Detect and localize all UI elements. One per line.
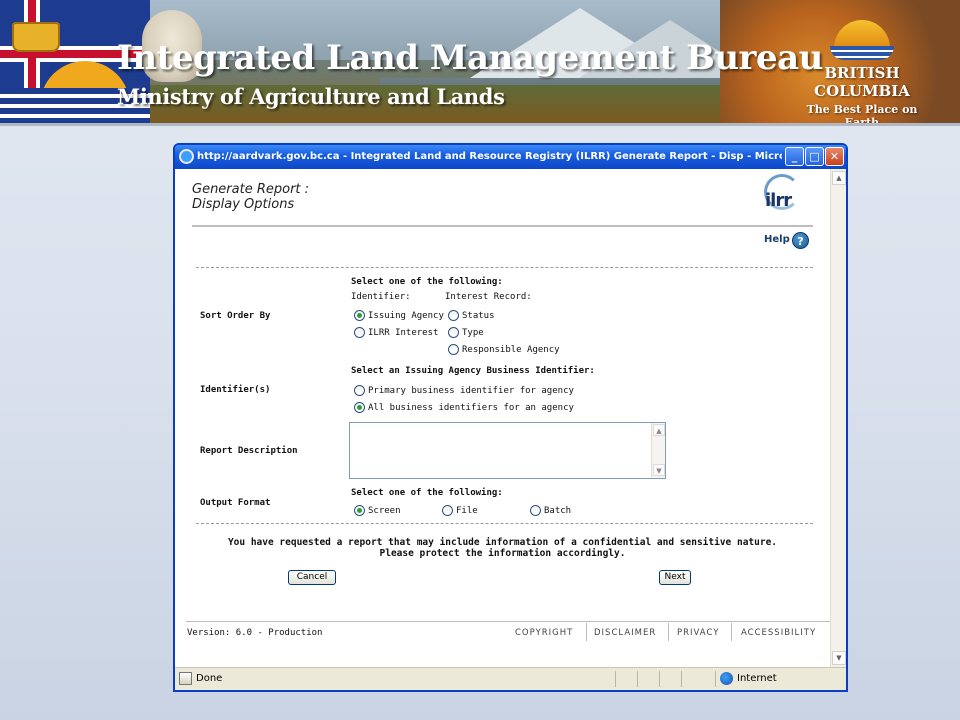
radio-ilrr-interest[interactable]: [354, 327, 365, 338]
logo-tagline: The Best Place on Earth: [806, 103, 918, 126]
internet-explorer-icon[interactable]: [179, 149, 194, 164]
scroll-up-icon[interactable]: ▲: [832, 171, 846, 185]
radio-output-file[interactable]: [442, 505, 453, 516]
label-type[interactable]: Type: [462, 328, 484, 338]
scroll-down-icon[interactable]: ▼: [653, 464, 665, 476]
close-button[interactable]: ✕: [825, 147, 844, 166]
report-description-textarea[interactable]: ▲ ▼: [349, 422, 666, 479]
minimize-button[interactable]: _: [785, 147, 804, 166]
label-status[interactable]: Status: [462, 311, 495, 321]
textarea-scrollbar[interactable]: ▲ ▼: [651, 423, 665, 478]
page-done-icon: [179, 672, 192, 685]
footer-separator: [731, 623, 732, 641]
logo-line-columbia: COLUMBIA: [814, 82, 910, 100]
banner-subtitle: Ministry of Agriculture and Lands: [117, 84, 505, 109]
site-banner: Integrated Land Management Bureau Minist…: [0, 0, 960, 126]
window-scrollbar[interactable]: ▲ ▼: [830, 169, 846, 667]
confidential-notice-line1: You have requested a report that may inc…: [227, 537, 778, 548]
globe-icon: [720, 672, 733, 685]
sort-instruction: Select one of the following:: [351, 277, 503, 287]
sunrise-icon: [834, 20, 890, 48]
help-icon[interactable]: ?: [792, 232, 809, 249]
status-text: Done: [196, 673, 223, 684]
footer-divider: [186, 621, 830, 622]
footer-link-accessibility[interactable]: ACCESSIBILITY: [741, 628, 816, 638]
footer-separator: [586, 623, 587, 641]
status-separator: [659, 671, 660, 687]
logo-line-british: BRITISH: [824, 64, 900, 82]
label-ilrr-interest[interactable]: ILRR Interest: [368, 328, 438, 338]
radio-output-screen[interactable]: [354, 505, 365, 516]
label-responsible-agency[interactable]: Responsible Agency: [462, 345, 560, 355]
next-button[interactable]: Next: [659, 570, 691, 585]
sort-identifier-header: Identifier:: [351, 292, 411, 302]
radio-status[interactable]: [448, 310, 459, 321]
page-content: Generate Report : Display Options ilrr H…: [175, 169, 830, 667]
label-output-file[interactable]: File: [456, 506, 478, 516]
page-title: Generate Report :: [192, 182, 310, 197]
status-separator: [715, 671, 716, 687]
scroll-up-icon[interactable]: ▲: [653, 424, 665, 436]
label-output-screen[interactable]: Screen: [368, 506, 401, 516]
output-instruction: Select one of the following:: [351, 488, 503, 498]
security-zone-text: Internet: [737, 673, 777, 684]
section-divider: [196, 267, 813, 268]
window-title: http://aardvark.gov.bc.ca - Integrated L…: [197, 151, 782, 162]
label-primary-identifier[interactable]: Primary business identifier for agency: [368, 386, 574, 396]
section-divider: [196, 523, 813, 524]
footer-separator: [668, 623, 669, 641]
window-titlebar[interactable]: http://aardvark.gov.bc.ca - Integrated L…: [175, 145, 846, 169]
footer-link-privacy[interactable]: PRIVACY: [677, 628, 719, 638]
status-separator: [615, 671, 616, 687]
browser-window: http://aardvark.gov.bc.ca - Integrated L…: [173, 143, 848, 692]
status-separator: [681, 671, 682, 687]
report-description-label: Report Description: [200, 446, 298, 456]
footer-link-disclaimer[interactable]: DISCLAIMER: [594, 628, 656, 638]
bc-government-logo[interactable]: BRITISH COLUMBIA The Best Place on Earth: [796, 20, 936, 123]
radio-all-identifiers[interactable]: [354, 402, 365, 413]
ilrr-logo: ilrr: [762, 174, 810, 218]
scroll-down-icon[interactable]: ▼: [832, 651, 846, 665]
label-issuing-agency[interactable]: Issuing Agency: [368, 311, 444, 321]
label-all-identifiers[interactable]: All business identifiers for an agency: [368, 403, 574, 413]
status-separator: [637, 671, 638, 687]
radio-responsible-agency[interactable]: [448, 344, 459, 355]
identifiers-label: Identifier(s): [200, 385, 271, 395]
footer-link-copyright[interactable]: COPYRIGHT: [515, 628, 573, 638]
maximize-button[interactable]: □: [805, 147, 824, 166]
radio-output-batch[interactable]: [530, 505, 541, 516]
version-text: Version: 6.0 - Production: [187, 628, 323, 638]
radio-type[interactable]: [448, 327, 459, 338]
identifier-instruction: Select an Issuing Agency Business Identi…: [351, 366, 595, 376]
crown-icon: [12, 22, 60, 52]
help-link[interactable]: Help: [764, 234, 790, 245]
ilrr-logo-text: ilrr: [765, 190, 792, 211]
radio-issuing-agency[interactable]: [354, 310, 365, 321]
output-format-label: Output Format: [200, 498, 271, 508]
confidential-notice-line2: Please protect the information according…: [379, 548, 626, 559]
label-output-batch[interactable]: Batch: [544, 506, 571, 516]
status-bar: Done Internet: [175, 667, 846, 690]
sort-order-label: Sort Order By: [200, 311, 271, 321]
header-divider: [192, 225, 813, 227]
page-subtitle: Display Options: [192, 197, 295, 212]
banner-title: Integrated Land Management Bureau: [117, 38, 823, 78]
waves-icon: [830, 46, 894, 60]
cancel-button[interactable]: Cancel: [288, 570, 336, 585]
sort-interest-header: Interest Record:: [445, 292, 532, 302]
radio-primary-identifier[interactable]: [354, 385, 365, 396]
